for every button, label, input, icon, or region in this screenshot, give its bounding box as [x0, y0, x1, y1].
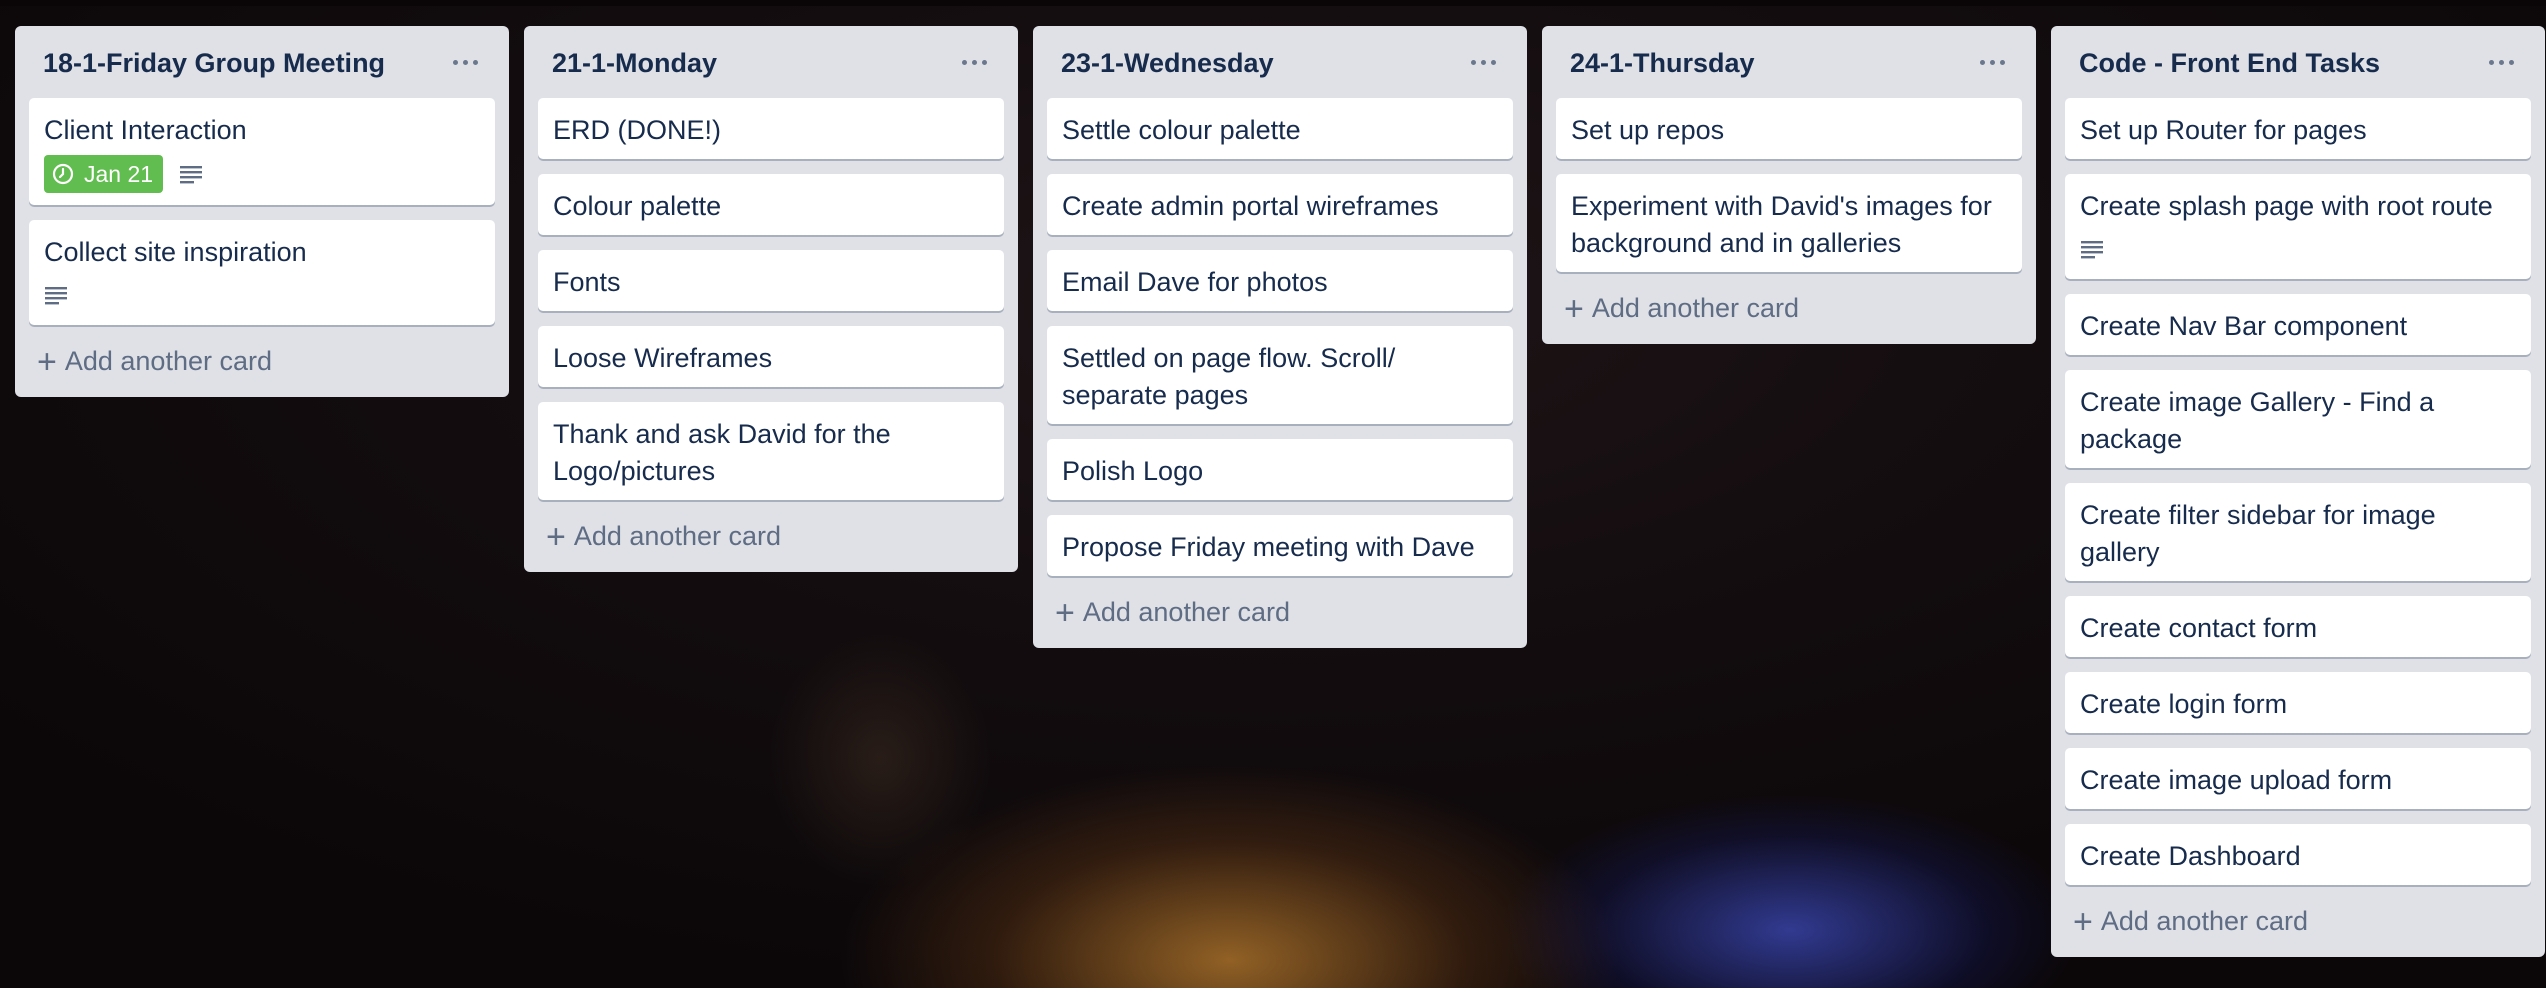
list-wednesday: 23-1-Wednesday Settle colour palette Cre…: [1033, 26, 1527, 648]
card-title: Email Dave for photos: [1062, 267, 1328, 297]
card[interactable]: Create Nav Bar component: [2065, 294, 2531, 355]
card-title: Create image Gallery - Find a package: [2080, 387, 2435, 454]
card[interactable]: Create image upload form: [2065, 748, 2531, 809]
card[interactable]: Polish Logo: [1047, 439, 1513, 500]
plus-icon: +: [1055, 593, 1075, 632]
card[interactable]: Settle colour palette: [1047, 98, 1513, 159]
card-title: Create Nav Bar component: [2080, 311, 2408, 341]
list-title[interactable]: 18-1-Friday Group Meeting: [43, 48, 385, 79]
card-title: Create image upload form: [2080, 765, 2393, 795]
list-menu-button[interactable]: [1970, 44, 2014, 80]
list-header: 24-1-Thursday: [1556, 26, 2022, 98]
list-menu-button[interactable]: [443, 44, 487, 80]
plus-icon: +: [37, 342, 57, 381]
add-card-button[interactable]: + Add another card: [29, 340, 495, 383]
plus-icon: +: [546, 517, 566, 556]
card-title: Loose Wireframes: [553, 343, 773, 373]
card[interactable]: Create image Gallery - Find a package: [2065, 370, 2531, 468]
list-header: Code - Front End Tasks: [2065, 26, 2531, 98]
card-title: Create admin portal wireframes: [1062, 191, 1439, 221]
list-code-front-end-tasks: Code - Front End Tasks Set up Router for…: [2051, 26, 2545, 957]
plus-icon: +: [1564, 289, 1584, 328]
card[interactable]: Create login form: [2065, 672, 2531, 733]
ellipsis-icon: [1470, 59, 1476, 65]
ellipsis-icon: [452, 59, 458, 65]
board: 18-1-Friday Group Meeting Client Interac…: [0, 0, 2546, 988]
plus-icon: +: [2073, 902, 2093, 941]
ellipsis-icon: [1979, 59, 1985, 65]
card-badges: [2080, 231, 2516, 267]
list-friday-group-meeting: 18-1-Friday Group Meeting Client Interac…: [15, 26, 509, 397]
add-card-button[interactable]: + Add another card: [538, 515, 1004, 558]
due-date-badge[interactable]: Jan 21: [44, 155, 164, 193]
card-title: Settle colour palette: [1062, 115, 1301, 145]
description-icon: [2080, 231, 2104, 267]
list-menu-button[interactable]: [1461, 44, 1505, 80]
add-card-label: Add another card: [64, 346, 272, 376]
card[interactable]: Propose Friday meeting with Dave: [1047, 515, 1513, 576]
add-card-label: Add another card: [573, 521, 781, 551]
add-card-button[interactable]: + Add another card: [1556, 287, 2022, 330]
card-badges: Jan 21: [44, 155, 480, 193]
card[interactable]: Set up Router for pages: [2065, 98, 2531, 159]
card-title: Propose Friday meeting with Dave: [1062, 532, 1475, 562]
card-title: Client Interaction: [44, 115, 247, 145]
card[interactable]: Experiment with David's images for backg…: [1556, 174, 2022, 272]
list-header: 21-1-Monday: [538, 26, 1004, 98]
list-header: 18-1-Friday Group Meeting: [29, 26, 495, 98]
card[interactable]: Create admin portal wireframes: [1047, 174, 1513, 235]
card[interactable]: Create splash page with root route: [2065, 174, 2531, 279]
card-badges: [44, 277, 480, 313]
card[interactable]: ERD (DONE!): [538, 98, 1004, 159]
list-monday: 21-1-Monday ERD (DONE!) Colour palette F…: [524, 26, 1018, 572]
list-menu-button[interactable]: [952, 44, 996, 80]
card-title: Experiment with David's images for backg…: [1571, 191, 1992, 258]
description-icon: [44, 277, 68, 313]
card[interactable]: Email Dave for photos: [1047, 250, 1513, 311]
card-title: Fonts: [553, 267, 621, 297]
card-title: Colour palette: [553, 191, 722, 221]
list-menu-button[interactable]: [2479, 44, 2523, 80]
card-title: Set up Router for pages: [2080, 115, 2367, 145]
card[interactable]: Set up repos: [1556, 98, 2022, 159]
card[interactable]: Loose Wireframes: [538, 326, 1004, 387]
add-card-label: Add another card: [1082, 597, 1290, 627]
card[interactable]: Colour palette: [538, 174, 1004, 235]
list-thursday: 24-1-Thursday Set up repos Experiment wi…: [1542, 26, 2036, 344]
card[interactable]: Client Interaction Jan 21: [29, 98, 495, 205]
card-title: Set up repos: [1571, 115, 1725, 145]
list-title[interactable]: 24-1-Thursday: [1570, 48, 1755, 79]
card-title: Create login form: [2080, 689, 2288, 719]
card[interactable]: Create Dashboard: [2065, 824, 2531, 885]
list-title[interactable]: 21-1-Monday: [552, 48, 717, 79]
description-icon: [179, 156, 203, 192]
ellipsis-icon: [2488, 59, 2494, 65]
card-title: Settled on page flow. Scroll/ separate p…: [1062, 343, 1396, 410]
card[interactable]: Settled on page flow. Scroll/ separate p…: [1047, 326, 1513, 424]
card-title: Create filter sidebar for image gallery: [2080, 500, 2436, 567]
add-card-button[interactable]: + Add another card: [1047, 591, 1513, 634]
card-title: Create contact form: [2080, 613, 2318, 643]
card-title: Create Dashboard: [2080, 841, 2301, 871]
list-title[interactable]: Code - Front End Tasks: [2079, 48, 2380, 79]
card[interactable]: Create contact form: [2065, 596, 2531, 657]
card-title: Collect site inspiration: [44, 237, 307, 267]
list-header: 23-1-Wednesday: [1047, 26, 1513, 98]
add-card-button[interactable]: + Add another card: [2065, 900, 2531, 943]
add-card-label: Add another card: [1591, 293, 1799, 323]
card-title: Create splash page with root route: [2080, 191, 2493, 221]
card-title: ERD (DONE!): [553, 115, 721, 145]
card[interactable]: Thank and ask David for the Logo/picture…: [538, 402, 1004, 500]
card[interactable]: Fonts: [538, 250, 1004, 311]
add-card-label: Add another card: [2100, 906, 2308, 936]
card-title: Thank and ask David for the Logo/picture…: [553, 419, 891, 486]
list-title[interactable]: 23-1-Wednesday: [1061, 48, 1274, 79]
card-title: Polish Logo: [1062, 456, 1204, 486]
due-date-label: Jan 21: [84, 160, 154, 187]
ellipsis-icon: [961, 59, 967, 65]
card[interactable]: Collect site inspiration: [29, 220, 495, 325]
clock-icon: [52, 163, 74, 185]
card[interactable]: Create filter sidebar for image gallery: [2065, 483, 2531, 581]
